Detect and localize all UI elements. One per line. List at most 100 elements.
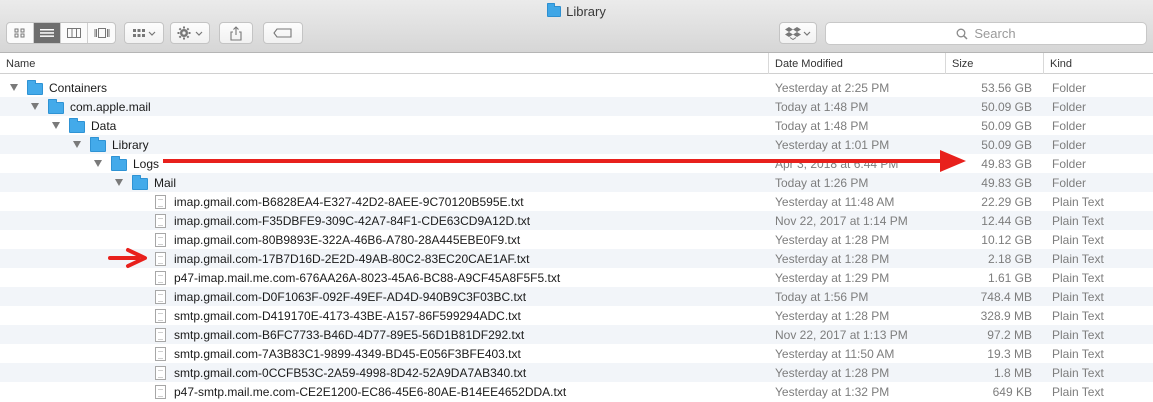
file-row[interactable]: imap.gmail.com-17B7D16D-2E2D-49AB-80C2-8… bbox=[0, 249, 1153, 268]
date-modified: Yesterday at 1:28 PM bbox=[775, 232, 890, 247]
text-file-icon bbox=[155, 251, 166, 266]
action-menu-button[interactable] bbox=[170, 22, 210, 44]
folder-row[interactable]: com.apple.mail Today at 1:48 PM 50.09 GB Fo… bbox=[0, 97, 1153, 116]
file-kind: Plain Text bbox=[1052, 251, 1104, 266]
date-modified: Yesterday at 11:48 AM bbox=[775, 194, 895, 209]
file-name: com.apple.mail bbox=[70, 99, 151, 114]
file-row[interactable]: p47-smtp.mail.me.com-CE2E1200-EC86-45E6-… bbox=[0, 382, 1153, 401]
edit-tags-button[interactable] bbox=[263, 22, 303, 44]
text-file-icon bbox=[155, 232, 166, 247]
folder-icon bbox=[27, 79, 43, 95]
search-field[interactable]: Search bbox=[825, 22, 1147, 45]
name-cell: smtp.gmail.com-0CCFB53C-2A59-4998-8D42-5… bbox=[155, 363, 526, 382]
file-row[interactable]: smtp.gmail.com-D419170E-4173-43BE-A157-8… bbox=[0, 306, 1153, 325]
date-modified: Yesterday at 11:50 AM bbox=[775, 346, 895, 361]
file-kind: Plain Text bbox=[1052, 289, 1104, 304]
folder-row[interactable]: Mail Today at 1:26 PM 49.83 GB Folder bbox=[0, 173, 1153, 192]
file-name: smtp.gmail.com-B6FC7733-B46D-4D77-89E5-5… bbox=[174, 327, 525, 342]
file-kind: Plain Text bbox=[1052, 308, 1104, 323]
disclosure-triangle-icon[interactable] bbox=[115, 179, 123, 186]
file-kind: Folder bbox=[1052, 156, 1087, 171]
file-name: Mail bbox=[154, 175, 177, 190]
file-row[interactable]: imap.gmail.com-B6828EA4-E327-42D2-8AEE-9… bbox=[0, 192, 1153, 211]
file-row[interactable]: imap.gmail.com-F35DBFE9-309C-42A7-84F1-C… bbox=[0, 211, 1153, 230]
file-size: 49.83 GB bbox=[981, 156, 1032, 171]
file-size: 649 KB bbox=[992, 384, 1032, 399]
dropbox-button[interactable] bbox=[779, 22, 817, 44]
icon-view-icon bbox=[14, 28, 25, 38]
name-cell: smtp.gmail.com-D419170E-4173-43BE-A157-8… bbox=[155, 306, 521, 325]
date-modified: Yesterday at 1:32 PM bbox=[775, 384, 890, 399]
arrange-icon bbox=[133, 29, 156, 37]
file-name: smtp.gmail.com-7A3B83C1-9899-4349-BD45-E… bbox=[174, 346, 521, 361]
folder-row[interactable]: Containers Yesterday at 2:25 PM 53.56 GB Fo… bbox=[0, 78, 1153, 97]
disclosure-triangle-icon[interactable] bbox=[73, 141, 81, 148]
name-cell: imap.gmail.com-D0F1063F-092F-49EF-AD4D-9… bbox=[155, 287, 526, 306]
text-file-icon bbox=[155, 289, 166, 304]
name-cell: smtp.gmail.com-7A3B83C1-9899-4349-BD45-E… bbox=[155, 344, 521, 363]
folder-icon bbox=[111, 155, 127, 171]
disclosure-triangle-icon[interactable] bbox=[94, 160, 102, 167]
file-row[interactable]: smtp.gmail.com-B6FC7733-B46D-4D77-89E5-5… bbox=[0, 325, 1153, 344]
file-size: 1.8 MB bbox=[993, 365, 1032, 380]
file-kind: Plain Text bbox=[1052, 327, 1104, 342]
file-name: p47-smtp.mail.me.com-CE2E1200-EC86-45E6-… bbox=[174, 384, 567, 399]
file-name: Library bbox=[112, 137, 149, 152]
folder-row[interactable]: Data Today at 1:48 PM 50.09 GB Folder bbox=[0, 116, 1153, 135]
file-name: smtp.gmail.com-0CCFB53C-2A59-4998-8D42-5… bbox=[174, 365, 527, 380]
file-size: 50.09 GB bbox=[981, 99, 1032, 114]
name-cell: imap.gmail.com-80B9893E-322A-46B6-A780-2… bbox=[155, 230, 520, 249]
file-kind: Folder bbox=[1052, 175, 1087, 190]
file-kind: Plain Text bbox=[1052, 384, 1104, 399]
file-kind: Folder bbox=[1052, 137, 1087, 152]
gear-icon bbox=[177, 26, 203, 40]
share-button[interactable] bbox=[219, 22, 253, 44]
date-modified-column-header[interactable]: Date Modified bbox=[768, 53, 945, 74]
file-kind: Plain Text bbox=[1052, 270, 1104, 285]
name-cell: smtp.gmail.com-B6FC7733-B46D-4D77-89E5-5… bbox=[155, 325, 524, 344]
date-modified: Nov 22, 2017 at 1:14 PM bbox=[775, 213, 908, 228]
disclosure-triangle-icon[interactable] bbox=[10, 84, 18, 91]
name-cell: imap.gmail.com-17B7D16D-2E2D-49AB-80C2-8… bbox=[155, 249, 530, 268]
file-row[interactable]: p47-imap.mail.me.com-676AA26A-8023-45A6-… bbox=[0, 268, 1153, 287]
icon-view-button[interactable] bbox=[7, 23, 34, 43]
file-size: 19.3 MB bbox=[987, 346, 1032, 361]
group-by-button[interactable] bbox=[124, 22, 164, 44]
file-row[interactable]: imap.gmail.com-80B9893E-322A-46B6-A780-2… bbox=[0, 230, 1153, 249]
file-name: imap.gmail.com-80B9893E-322A-46B6-A780-2… bbox=[174, 232, 521, 247]
file-kind: Plain Text bbox=[1052, 365, 1104, 380]
file-row[interactable]: smtp.gmail.com-7A3B83C1-9899-4349-BD45-E… bbox=[0, 344, 1153, 363]
size-column-header[interactable]: Size bbox=[945, 53, 1043, 74]
file-name: imap.gmail.com-D0F1063F-092F-49EF-AD4D-9… bbox=[174, 289, 527, 304]
file-row[interactable]: smtp.gmail.com-0CCFB53C-2A59-4998-8D42-5… bbox=[0, 363, 1153, 382]
name-cell: Mail bbox=[115, 173, 176, 192]
list-view-button[interactable] bbox=[34, 23, 61, 43]
folder-icon bbox=[90, 136, 106, 152]
disclosure-triangle-icon[interactable] bbox=[52, 122, 60, 129]
kind-column-header[interactable]: Kind bbox=[1043, 53, 1153, 74]
file-kind: Folder bbox=[1052, 118, 1087, 133]
file-size: 12.44 GB bbox=[981, 213, 1032, 228]
folder-row[interactable]: Logs Apr 3, 2018 at 6:44 PM 49.83 GB Folder bbox=[0, 154, 1153, 173]
file-row[interactable]: imap.gmail.com-D0F1063F-092F-49EF-AD4D-9… bbox=[0, 287, 1153, 306]
window-title-text: Library bbox=[566, 3, 606, 19]
column-view-button[interactable] bbox=[61, 23, 88, 43]
search-placeholder: Search bbox=[974, 26, 1016, 41]
dropbox-icon bbox=[785, 27, 811, 40]
cover-flow-view-button[interactable] bbox=[88, 23, 115, 43]
text-file-icon bbox=[155, 384, 166, 399]
name-cell: p47-imap.mail.me.com-676AA26A-8023-45A6-… bbox=[155, 268, 560, 287]
file-kind: Folder bbox=[1052, 99, 1087, 114]
date-modified: Yesterday at 1:28 PM bbox=[775, 365, 890, 380]
file-size: 2.18 GB bbox=[987, 251, 1032, 266]
date-modified: Yesterday at 1:28 PM bbox=[775, 308, 890, 323]
folder-icon bbox=[48, 98, 64, 114]
name-column-header[interactable]: Name bbox=[0, 53, 768, 74]
file-name: imap.gmail.com-17B7D16D-2E2D-49AB-80C2-8… bbox=[174, 251, 530, 266]
file-name: imap.gmail.com-F35DBFE9-309C-42A7-84F1-C… bbox=[174, 213, 531, 228]
file-list: Containers Yesterday at 2:25 PM 53.56 GB Fo… bbox=[0, 78, 1153, 401]
folder-row[interactable]: Library Yesterday at 1:01 PM 50.09 GB Folde… bbox=[0, 135, 1153, 154]
disclosure-triangle-icon[interactable] bbox=[31, 103, 39, 110]
file-kind: Plain Text bbox=[1052, 194, 1104, 209]
file-name: Data bbox=[91, 118, 117, 133]
